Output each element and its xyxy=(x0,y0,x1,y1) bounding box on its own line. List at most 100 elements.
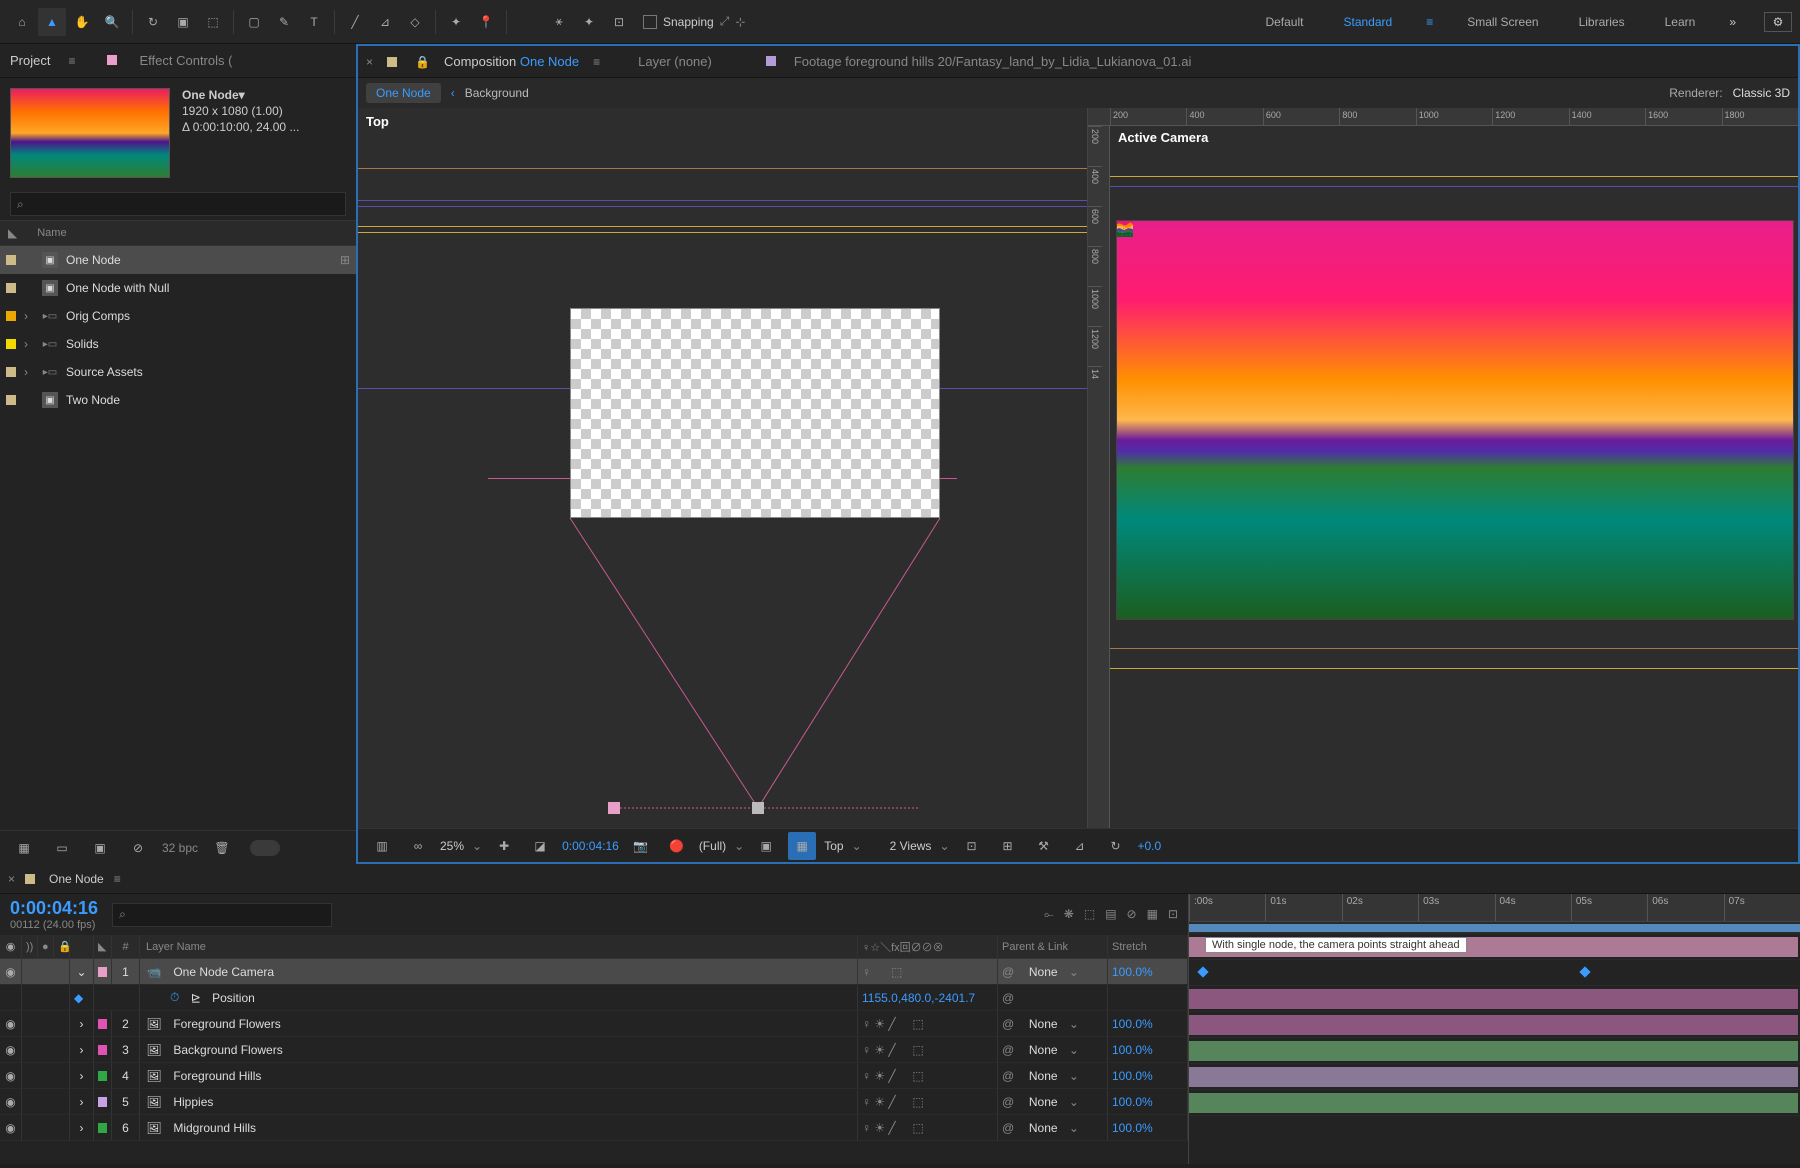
stretch-value[interactable]: 100.0% xyxy=(1112,1121,1153,1135)
layer-duration-bar[interactable] xyxy=(1189,989,1798,1009)
visibility-toggle[interactable]: ◉ xyxy=(0,1063,22,1088)
motion-blur-icon[interactable]: ⊘ xyxy=(1127,907,1137,922)
track-row[interactable] xyxy=(1189,986,1800,1012)
track-row[interactable] xyxy=(1189,1064,1800,1090)
chevron-icon[interactable]: › xyxy=(24,337,34,351)
orbit-icon[interactable]: ↻ xyxy=(139,8,167,36)
camera-icon[interactable]: ▣ xyxy=(169,8,197,36)
project-item[interactable]: ▣ One Node with Null xyxy=(0,274,356,302)
project-item[interactable]: ▣ Two Node xyxy=(0,386,356,414)
puppet-pin-icon[interactable]: 📍 xyxy=(472,8,500,36)
pickwhip-icon[interactable]: @ xyxy=(1002,991,1014,1005)
delete-icon[interactable]: 🗑 xyxy=(208,834,236,862)
zoom-value[interactable]: 25% xyxy=(440,839,464,853)
view-dropdown[interactable]: Top xyxy=(824,839,843,853)
track-row[interactable]: With single node, the camera points stra… xyxy=(1189,934,1800,960)
project-item[interactable]: ▣ One Node ⊞ xyxy=(0,246,356,274)
shape-tool-icon[interactable]: ▢ xyxy=(240,8,268,36)
current-time[interactable]: 0:00:04:16 xyxy=(562,839,619,853)
panel-menu-icon[interactable]: ≡ xyxy=(114,872,121,886)
comp-name-label[interactable]: One Node▾ xyxy=(182,88,299,102)
switches-group[interactable]: ♀ ☀ ╱ ⬚ xyxy=(862,1017,924,1031)
track-row[interactable] xyxy=(1189,1090,1800,1116)
breadcrumb-chevron-icon[interactable]: ‹ xyxy=(451,86,455,100)
3d-icon-1[interactable]: ⊡ xyxy=(958,832,986,860)
expand-chevron-icon[interactable]: › xyxy=(70,1089,94,1114)
mag-ratio-icon[interactable]: ▥ xyxy=(368,832,396,860)
expand-chevron-icon[interactable]: › xyxy=(70,1037,94,1062)
pen-tool-icon[interactable]: ✎ xyxy=(270,8,298,36)
pickwhip-icon[interactable]: @ xyxy=(1002,965,1014,979)
text-tool-icon[interactable]: T xyxy=(300,8,328,36)
keyframe-icon[interactable] xyxy=(1579,966,1590,977)
project-item[interactable]: › ▸▭ Solids xyxy=(0,330,356,358)
keyframe-icon[interactable] xyxy=(1197,966,1208,977)
snap-option2-icon[interactable]: ⊹ xyxy=(735,15,745,29)
eraser-tool-icon[interactable]: ◇ xyxy=(401,8,429,36)
transparency-grid-icon[interactable]: ▦ xyxy=(788,832,816,860)
project-item[interactable]: › ▸▭ Orig Comps xyxy=(0,302,356,330)
workspace-default[interactable]: Default xyxy=(1259,11,1309,33)
close-tab-icon[interactable]: × xyxy=(366,55,373,69)
visibility-toggle[interactable]: ◉ xyxy=(0,1011,22,1036)
pan-behind-icon[interactable]: ⬚ xyxy=(199,8,227,36)
stretch-value[interactable]: 100.0% xyxy=(1112,1069,1153,1083)
workspace-learn[interactable]: Learn xyxy=(1659,11,1702,33)
home-icon[interactable]: ⌂ xyxy=(8,8,36,36)
composition-thumbnail[interactable] xyxy=(10,88,170,178)
time-ruler[interactable]: :00s01s02s03s04s05s06s07s xyxy=(1189,894,1800,922)
tab-composition[interactable]: Composition One Node xyxy=(444,54,579,69)
3d-icon-2[interactable]: ⊞ xyxy=(994,832,1022,860)
parent-dropdown[interactable]: None xyxy=(1029,965,1058,979)
grid-icon[interactable]: ✚ xyxy=(490,832,518,860)
tab-effect-controls[interactable]: Effect Controls ( xyxy=(139,53,232,68)
timeline-layer-row[interactable]: ◉ › 5 🖼 Hippies ♀ ☀ ╱ ⬚ @ None ⌄ 100.0% xyxy=(0,1089,1188,1115)
3d-icon-3[interactable]: ⚒ xyxy=(1030,832,1058,860)
views-count[interactable]: 2 Views xyxy=(890,839,932,853)
brain-icon[interactable]: ⊡ xyxy=(1168,907,1178,922)
channels-icon[interactable]: 🔴 xyxy=(663,832,691,860)
visibility-toggle[interactable]: ◉ xyxy=(0,1037,22,1062)
graph-icon[interactable]: ⊵ xyxy=(191,991,201,1005)
visibility-toggle[interactable]: ◉ xyxy=(0,1115,22,1140)
flowchart-icon[interactable]: ⊞ xyxy=(340,253,350,267)
parent-dropdown[interactable]: None xyxy=(1029,1095,1058,1109)
zoom-tool-icon[interactable]: 🔍 xyxy=(98,8,126,36)
timeline-layer-row[interactable]: ◉ ⌄ 1 📹 One Node Camera ♀ ⬚ @ None ⌄ 100… xyxy=(0,959,1188,985)
settings-icon[interactable]: ⚙ xyxy=(1764,12,1792,32)
tab-footage[interactable]: Footage foreground hills 20/Fantasy_land… xyxy=(794,54,1192,69)
brush-tool-icon[interactable]: ╱ xyxy=(341,8,369,36)
pickwhip-icon[interactable]: @ xyxy=(1002,1121,1014,1135)
switches-group[interactable]: ♀ ☀ ╱ ⬚ xyxy=(862,1043,924,1057)
expand-chevron-icon[interactable]: › xyxy=(70,1011,94,1036)
stopwatch-icon[interactable]: ⏱ xyxy=(170,990,179,1005)
chevron-icon[interactable]: › xyxy=(24,309,34,323)
expand-chevron-icon[interactable]: › xyxy=(70,1115,94,1140)
chevron-icon[interactable]: › xyxy=(24,365,34,379)
axis-world-icon[interactable]: ✦ xyxy=(575,8,603,36)
layer-duration-bar[interactable] xyxy=(1189,1067,1798,1087)
shy-icon[interactable]: ⟜ xyxy=(1044,907,1054,922)
col-name-header[interactable]: Name xyxy=(37,227,66,239)
track-row[interactable] xyxy=(1189,960,1800,986)
new-comp-icon[interactable]: ▣ xyxy=(86,834,114,862)
parent-dropdown[interactable]: None xyxy=(1029,1043,1058,1057)
roto-brush-icon[interactable]: ✦ xyxy=(442,8,470,36)
3d-icon-4[interactable]: ⊿ xyxy=(1066,832,1094,860)
pickwhip-icon[interactable]: @ xyxy=(1002,1095,1014,1109)
overflow-icon[interactable]: » xyxy=(1729,15,1736,29)
layer-marker[interactable]: With single node, the camera points stra… xyxy=(1205,937,1467,953)
breadcrumb-item[interactable]: Background xyxy=(465,86,529,100)
lock-panel-icon[interactable]: 🔒 xyxy=(415,55,430,69)
snap-option-icon[interactable]: ⤢ xyxy=(720,14,730,29)
stretch-value[interactable]: 100.0% xyxy=(1112,965,1153,979)
panel-menu-icon[interactable]: ≡ xyxy=(68,54,75,68)
comp-frame-area[interactable] xyxy=(570,308,940,518)
frame-blend-icon[interactable]: ▤ xyxy=(1105,907,1116,922)
visibility-toggle[interactable]: ◉ xyxy=(0,959,22,984)
track-row[interactable] xyxy=(1189,1038,1800,1064)
roi-icon[interactable]: ▣ xyxy=(752,832,780,860)
layer-duration-bar[interactable] xyxy=(1189,1041,1798,1061)
selection-tool-icon[interactable]: ▲ xyxy=(38,8,66,36)
snapping-toggle[interactable]: Snapping ⤢ ⊹ xyxy=(643,14,745,29)
